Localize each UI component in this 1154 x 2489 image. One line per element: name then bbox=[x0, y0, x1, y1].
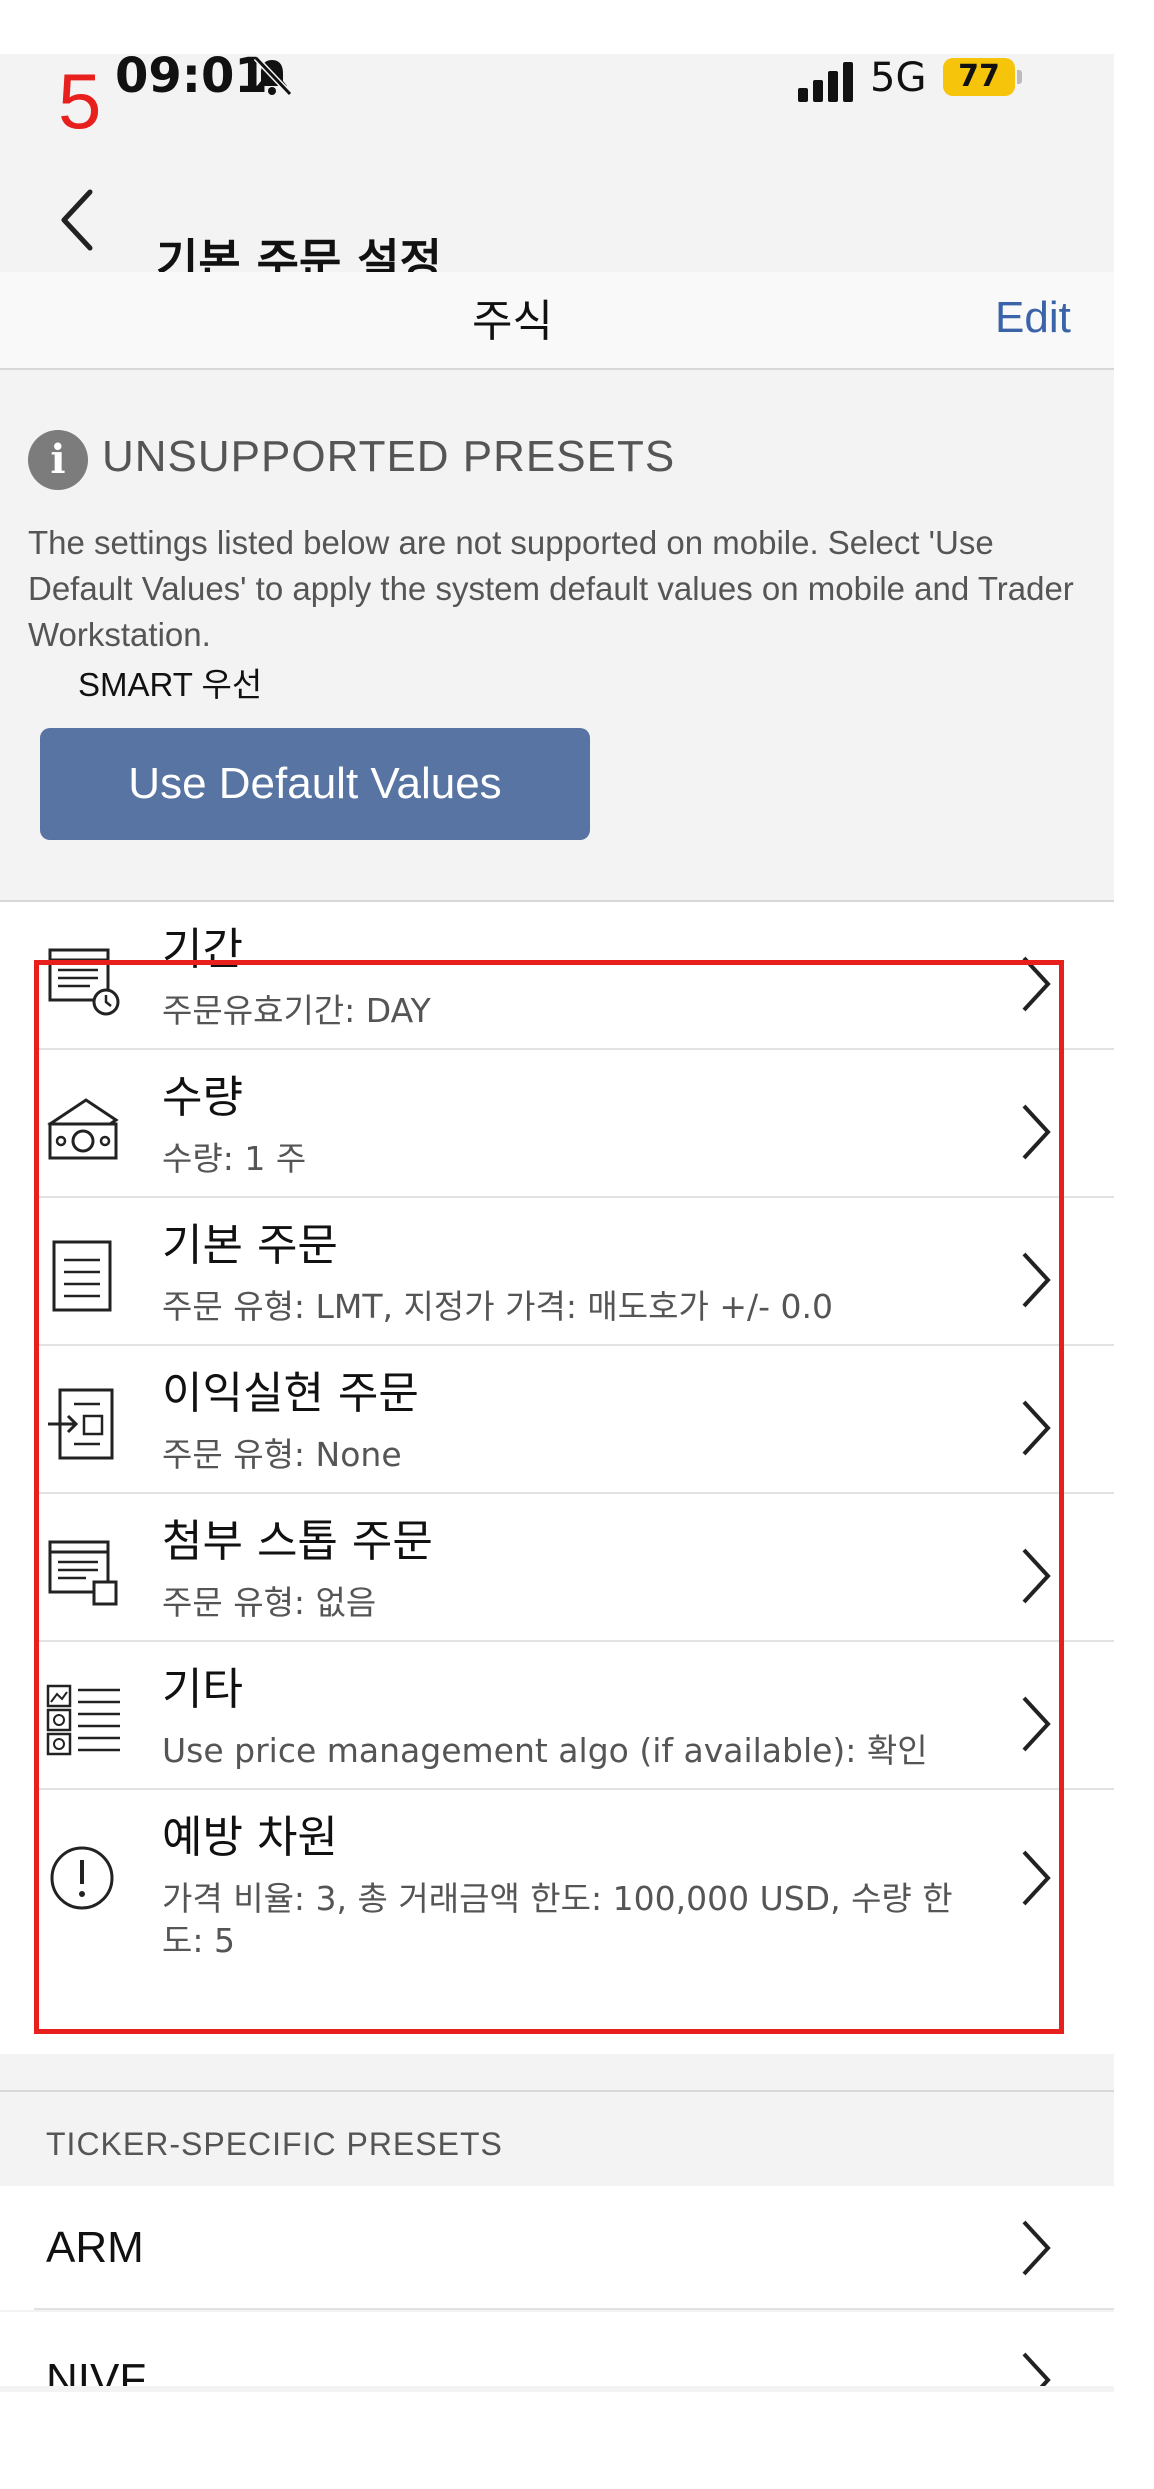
preset-subtitle: 주문 유형: LMT, 지정가 가격: 매도호가 +/- 0.0 bbox=[162, 1287, 834, 1326]
preset-subtitle: 주문 유형: 없음 bbox=[162, 1583, 377, 1622]
edit-button[interactable]: Edit bbox=[995, 296, 1071, 340]
ticker-row-nivf[interactable]: NIVF bbox=[0, 2312, 1114, 2386]
chevron-left-icon[interactable] bbox=[50, 180, 110, 260]
exclamation-circle-icon bbox=[50, 1846, 114, 1910]
chevron-right-icon bbox=[1022, 2352, 1051, 2386]
preset-title: 첨부 스톱 주문 bbox=[162, 1516, 433, 1567]
ticker-name: ARM bbox=[46, 2223, 144, 2272]
misc-list-icon bbox=[46, 1684, 120, 1756]
preset-row-attached-stop[interactable]: 첨부 스톱 주문 주문 유형: 없음 bbox=[0, 1494, 1114, 1642]
info-icon: i bbox=[28, 430, 88, 490]
use-default-values-button[interactable]: Use Default Values bbox=[40, 728, 590, 840]
preset-row-base-order[interactable]: 기본 주문 주문 유형: LMT, 지정가 가격: 매도호가 +/- 0.0 bbox=[0, 1198, 1114, 1346]
preset-subtitle: Use price management algo (if available)… bbox=[162, 1731, 928, 1770]
preset-subtitle: 수량: 1 주 bbox=[162, 1139, 307, 1178]
preset-row-quantity[interactable]: 수량 수량: 1 주 bbox=[0, 1050, 1114, 1198]
preset-row-profit-taker[interactable]: 이익실현 주문 주문 유형: None bbox=[0, 1346, 1114, 1494]
unsupported-presets-title: UNSUPPORTED PRESETS bbox=[102, 432, 676, 481]
battery-level: 77 bbox=[943, 58, 1015, 96]
battery-cap bbox=[1017, 70, 1022, 84]
annotation-step-number: 5 bbox=[58, 57, 102, 145]
chevron-right-icon bbox=[1022, 1548, 1051, 1604]
chevron-right-icon bbox=[1022, 2220, 1051, 2276]
preset-row-precautions[interactable]: 예방 차원 가격 비율: 3, 총 거래금액 한도: 100,000 USD, … bbox=[0, 1790, 1114, 1966]
chevron-right-icon bbox=[1022, 1104, 1051, 1160]
row-divider bbox=[34, 2308, 1114, 2310]
chevron-right-icon bbox=[1022, 956, 1051, 1012]
unsupported-preset-item: SMART 우선 bbox=[78, 666, 263, 703]
asset-class-header bbox=[0, 272, 1114, 370]
network-type: 5G bbox=[870, 55, 927, 101]
profit-order-icon bbox=[48, 1388, 114, 1460]
attached-stop-icon bbox=[48, 1540, 118, 1606]
bell-slash-icon bbox=[253, 55, 293, 97]
preset-title: 예방 차원 bbox=[162, 1812, 338, 1863]
preset-subtitle: 주문유효기간: DAY bbox=[162, 991, 431, 1030]
document-list-icon bbox=[52, 1240, 112, 1312]
preset-list: 기간 주문유효기간: DAY 수량 수량: 1 주 기본 주문 주문 유형: L… bbox=[0, 900, 1114, 2054]
preset-subtitle: 가격 비율: 3, 총 거래금액 한도: 100,000 USD, 수량 한도:… bbox=[162, 1879, 953, 1960]
chevron-right-icon bbox=[1022, 1252, 1051, 1308]
preset-title: 수량 bbox=[162, 1072, 243, 1123]
preset-row-misc[interactable]: 기타 Use price management algo (if availab… bbox=[0, 1642, 1114, 1790]
ticker-name: NIVF bbox=[46, 2355, 147, 2387]
signal-bars-icon bbox=[798, 62, 853, 102]
ticker-row-arm[interactable]: ARM bbox=[0, 2186, 1114, 2310]
unsupported-presets-description: The settings listed below are not suppor… bbox=[28, 524, 1074, 653]
ticker-presets-title: TICKER-SPECIFIC PRESETS bbox=[46, 2126, 503, 2162]
chevron-right-icon bbox=[1022, 1400, 1051, 1456]
preset-title: 이익실현 주문 bbox=[162, 1368, 419, 1419]
money-stack-icon bbox=[47, 1098, 119, 1160]
preset-subtitle: 주문 유형: None bbox=[162, 1435, 402, 1474]
preset-title: 기간 bbox=[162, 924, 243, 975]
preset-title: 기본 주문 bbox=[162, 1220, 338, 1271]
chevron-right-icon bbox=[1022, 1850, 1051, 1906]
status-time: 09:01 bbox=[115, 48, 268, 104]
asset-class-title: 주식 bbox=[472, 296, 553, 347]
calendar-clock-icon bbox=[48, 948, 120, 1016]
preset-title: 기타 bbox=[162, 1664, 243, 1715]
preset-row-duration[interactable]: 기간 주문유효기간: DAY bbox=[0, 902, 1114, 1050]
chevron-right-icon bbox=[1022, 1696, 1051, 1752]
